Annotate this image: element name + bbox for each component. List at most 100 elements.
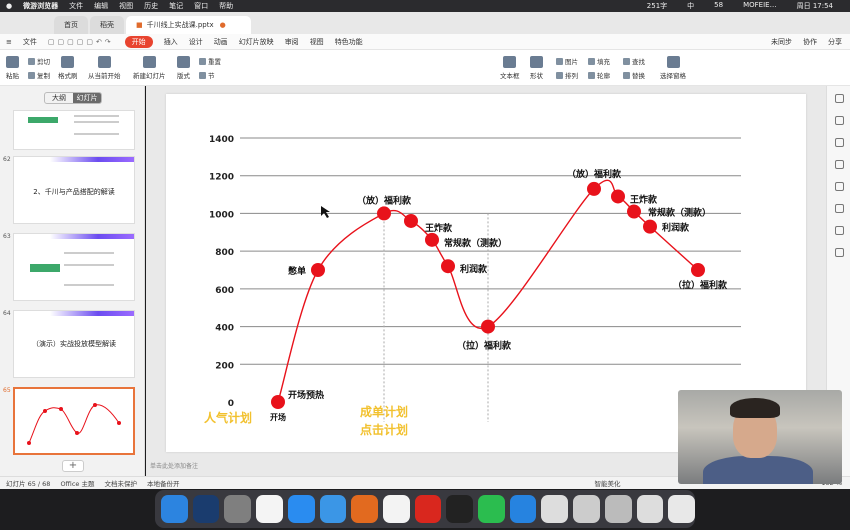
play-from-current-button[interactable]: 从当前开始: [88, 56, 121, 80]
tab-home[interactable]: 首页: [54, 16, 88, 34]
shape-label: 形状: [530, 72, 543, 80]
shape-button[interactable]: 形状: [530, 56, 543, 80]
paste-label: 粘贴: [6, 72, 19, 80]
wps-icon[interactable]: [414, 495, 442, 523]
from-current-label: 从当前开始: [88, 72, 121, 80]
cloud-icon[interactable]: [382, 495, 410, 523]
properties-icon[interactable]: [835, 94, 844, 103]
input-method[interactable]: 中: [687, 1, 694, 11]
tab-design[interactable]: 设计: [189, 37, 203, 47]
reset-button[interactable]: 重置: [199, 56, 221, 66]
firefox-icon[interactable]: [351, 495, 378, 523]
y-tick-label: 1400: [209, 135, 234, 145]
quick-access-icons[interactable]: ▢▢▢▢▢↶↷: [48, 38, 114, 46]
tab-docer[interactable]: 稻壳: [90, 16, 124, 34]
tab-bar: 首页 稻壳 ■ 千川线上实战课.pptx ●: [0, 12, 850, 34]
finder-icon[interactable]: [161, 495, 188, 523]
tab-animation[interactable]: 动画: [214, 37, 228, 47]
menu-window[interactable]: 窗口: [194, 1, 208, 11]
tab-pptx-label: 千川线上实战课.pptx: [146, 21, 214, 29]
menu-file[interactable]: 文件: [69, 1, 83, 11]
section-button[interactable]: 节: [199, 70, 215, 80]
replace-button[interactable]: 替换: [623, 70, 645, 80]
notes-placeholder[interactable]: 单击此处添加备注: [150, 461, 198, 470]
user-name[interactable]: MOFEIE…: [743, 1, 777, 11]
backup-status[interactable]: 本地备份开: [147, 478, 180, 488]
window-thumb-icon[interactable]: [604, 495, 632, 523]
find-button[interactable]: 查找: [623, 56, 645, 66]
point-label: （拉）福利款: [673, 279, 728, 291]
menubar-app-name[interactable]: 微游浏览器: [23, 1, 58, 11]
section-icon: [199, 71, 206, 79]
animation-icon[interactable]: [835, 138, 844, 147]
settings-icon[interactable]: [224, 495, 252, 523]
textbox-button[interactable]: 文本框: [500, 56, 520, 80]
replace-label: 替换: [632, 72, 645, 80]
launchpad-icon[interactable]: [192, 495, 220, 523]
slide-thumbnail-63[interactable]: [13, 233, 135, 301]
selection-pane-button[interactable]: 选择窗格: [660, 56, 686, 80]
menu-notes[interactable]: 笔记: [169, 1, 183, 11]
paste-button[interactable]: 粘贴: [6, 56, 19, 80]
appstore-icon[interactable]: [287, 495, 315, 523]
tab-pptx[interactable]: ■ 千川线上实战课.pptx ●: [126, 16, 251, 34]
share-button[interactable]: 分享: [828, 37, 842, 47]
sync-status[interactable]: 未同步: [771, 37, 792, 47]
window-thumb-icon[interactable]: [541, 495, 569, 523]
tab-features[interactable]: 特色功能: [335, 37, 363, 47]
hamburger-icon[interactable]: ≡: [6, 38, 12, 46]
slides-tab[interactable]: 幻灯片: [73, 93, 101, 103]
shape-panel-icon[interactable]: [835, 204, 844, 213]
presenter-shirt: [703, 456, 813, 484]
tab-review[interactable]: 审阅: [285, 37, 299, 47]
layout-button[interactable]: 版式: [177, 56, 190, 80]
collab-button[interactable]: 协作: [803, 37, 817, 47]
app-icon[interactable]: [256, 495, 283, 523]
format-painter-button[interactable]: 格式刷: [58, 56, 78, 80]
new-slide-button[interactable]: 新建幻灯片: [133, 56, 166, 80]
slide-thumbnail-65[interactable]: [13, 387, 135, 455]
add-slide-button[interactable]: +: [62, 460, 84, 472]
apple-icon[interactable]: ●: [6, 2, 12, 10]
slide-thumbnail-62[interactable]: 2、千川与产品搭配的解读: [13, 156, 135, 224]
textbox-label: 文本框: [500, 72, 520, 80]
menu-help[interactable]: 帮助: [219, 1, 233, 11]
clock[interactable]: 周日 17:54: [797, 1, 833, 11]
copy-icon: [28, 71, 35, 79]
thumb-header-bar: [14, 311, 134, 316]
menu-view[interactable]: 视图: [119, 1, 133, 11]
tab-slideshow[interactable]: 幻灯片放映: [239, 37, 274, 47]
copy-button[interactable]: 复制: [28, 70, 50, 80]
m-app-icon[interactable]: [509, 495, 537, 523]
outline-button[interactable]: 轮廓: [588, 70, 610, 80]
file-menu[interactable]: 文件: [23, 37, 37, 47]
arrange-button[interactable]: 排列: [556, 70, 578, 80]
window-thumb-icon[interactable]: [573, 495, 600, 523]
tab-view[interactable]: 视图: [310, 37, 324, 47]
fill-button[interactable]: 填充: [588, 56, 610, 66]
menu-history[interactable]: 历史: [144, 1, 158, 11]
transition-icon[interactable]: [835, 160, 844, 169]
slide-thumbnail-61[interactable]: [13, 110, 135, 150]
recorder-icon[interactable]: [446, 495, 474, 523]
tab-start[interactable]: 开始: [124, 35, 153, 48]
insert-panel-icon[interactable]: [835, 226, 844, 235]
doc-protect-status[interactable]: 文档未保护: [104, 478, 137, 488]
wechat-badge[interactable]: 58: [714, 1, 723, 11]
menu-edit[interactable]: 编辑: [94, 1, 108, 11]
layers-icon[interactable]: [835, 182, 844, 191]
trash-icon[interactable]: [668, 495, 695, 523]
cut-button[interactable]: 剪切: [28, 56, 50, 66]
beautify-button[interactable]: 智能美化: [594, 478, 620, 488]
tab-insert[interactable]: 插入: [164, 37, 178, 47]
wechat-icon[interactable]: [478, 495, 505, 523]
thumb-line: [64, 252, 114, 254]
outline-tab[interactable]: 大纲: [45, 93, 73, 103]
window-thumb-icon[interactable]: [636, 495, 664, 523]
image-button[interactable]: 图片: [556, 56, 578, 66]
safari-icon[interactable]: [319, 495, 347, 523]
mindmap-node: [30, 264, 60, 272]
slide-thumbnail-64[interactable]: （演示）实战投放模型解读: [13, 310, 135, 378]
history-icon[interactable]: [835, 248, 844, 257]
style-icon[interactable]: [835, 116, 844, 125]
